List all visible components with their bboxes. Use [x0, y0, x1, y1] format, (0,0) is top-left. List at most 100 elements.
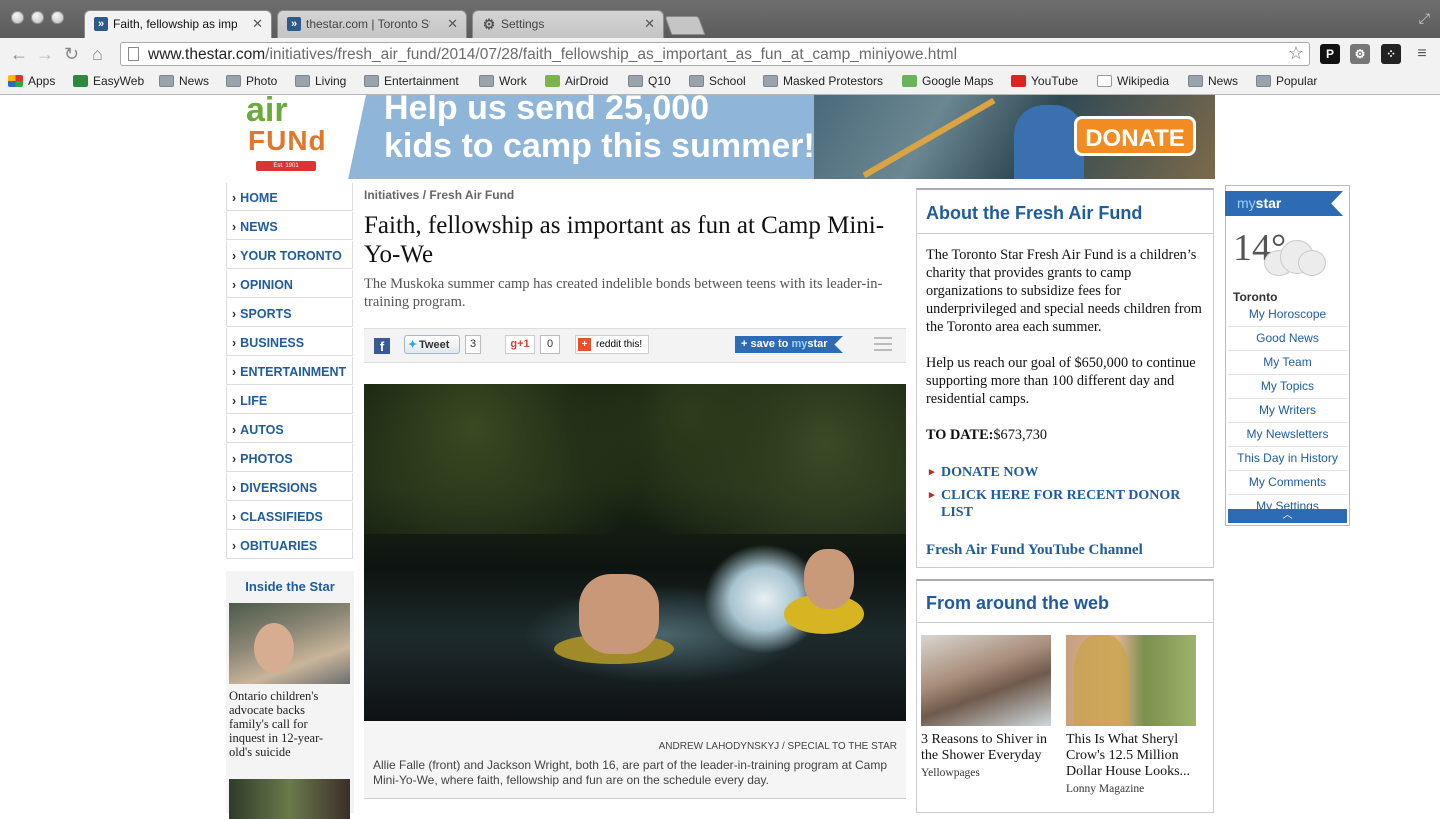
boy-shape: [804, 549, 854, 609]
inside-the-star-title: Inside the Star: [245, 579, 335, 594]
mystar-link-horoscope[interactable]: My Horoscope: [1228, 303, 1347, 327]
bookmark-q10[interactable]: Q10: [628, 74, 671, 88]
close-window-button[interactable]: [11, 11, 24, 24]
minimize-window-button[interactable]: [31, 11, 44, 24]
extension-icon[interactable]: ⚙: [1350, 44, 1370, 64]
mystar-link-topics[interactable]: My Topics: [1228, 375, 1347, 399]
nav-item-news[interactable]: › NEWS: [226, 212, 353, 240]
bookmark-news-2[interactable]: News: [1188, 74, 1238, 88]
fresh-air-fund-banner[interactable]: air FUNd Est. 1901 Help us send 25,000 k…: [226, 95, 1215, 179]
folder-icon: [226, 75, 241, 87]
breadcrumb[interactable]: Initiatives / Fresh Air Fund: [364, 188, 514, 202]
nav-item-diversions[interactable]: › DIVERSIONS: [226, 473, 353, 501]
sponsored-thumbnail[interactable]: [1066, 635, 1196, 726]
story-thumbnail[interactable]: [229, 603, 350, 684]
sponsored-link[interactable]: 3 Reasons to Shiver in the Shower Everyd…: [921, 732, 1057, 781]
tab-title: Settings: [501, 17, 545, 31]
url-text[interactable]: www.thestar.com/initiatives/fresh_air_fu…: [148, 46, 957, 64]
bookmark-google-maps[interactable]: Google Maps: [902, 74, 993, 88]
gplus-count: 0: [540, 335, 560, 354]
bookmark-star-icon[interactable]: ☆: [1288, 43, 1304, 64]
bookmark-popular[interactable]: Popular: [1256, 74, 1317, 88]
bookmark-youtube[interactable]: YouTube: [1011, 74, 1078, 88]
nav-item-photos[interactable]: › PHOTOS: [226, 444, 353, 472]
home-icon[interactable]: ⌂: [92, 44, 103, 64]
nav-item-sports[interactable]: › SPORTS: [226, 299, 353, 327]
facebook-share-icon[interactable]: f: [374, 338, 390, 354]
tweet-button[interactable]: ✦ Tweet: [404, 335, 460, 354]
section-nav: › HOME › NEWS › YOUR TORONTO › OPINION › SPOR…: [226, 183, 353, 560]
story-thumbnail-2[interactable]: [229, 779, 350, 819]
donate-now-link[interactable]: ▸ DONATE NOW: [929, 464, 1201, 481]
story-link[interactable]: Ontario children's advocate backs family…: [229, 689, 344, 759]
bookmark-entertainment[interactable]: Entertainment: [364, 74, 459, 88]
gear-icon: ⚙: [482, 16, 496, 32]
forward-arrow-icon[interactable]: →: [36, 44, 54, 64]
bookmark-easyweb[interactable]: EasyWeb: [73, 74, 144, 88]
donate-button[interactable]: DONATE: [1074, 116, 1196, 156]
logo-est-text: Est. 1901: [256, 161, 316, 171]
nav-item-classifieds[interactable]: › CLASSIFIEDS: [226, 502, 353, 530]
apps-grid-icon: [8, 75, 23, 87]
nav-item-opinion[interactable]: › OPINION: [226, 270, 353, 298]
mystar-link-comments[interactable]: My Comments: [1228, 471, 1347, 495]
tab-article[interactable]: » Faith, fellowship as importa ✕: [84, 10, 272, 38]
share-menu-icon[interactable]: [874, 337, 892, 353]
bookmark-news[interactable]: News: [159, 74, 209, 88]
save-to-mystar-button[interactable]: + save to mystar: [735, 336, 843, 353]
bookmark-wikipedia[interactable]: Wikipedia: [1097, 74, 1169, 88]
sponsored-thumbnail[interactable]: [921, 635, 1051, 726]
reddit-button[interactable]: + reddit this!: [575, 335, 649, 354]
collapse-button[interactable]: ︿: [1228, 509, 1347, 523]
mystar-link-newsletters[interactable]: My Newsletters: [1228, 423, 1347, 447]
twitter-bird-icon: ✦: [408, 339, 418, 351]
tab-thestar[interactable]: » thestar.com | Toronto Star ✕: [277, 10, 467, 38]
chevron-right-icon: ›: [232, 307, 237, 321]
article-dek: The Muskoka summer camp has created inde…: [364, 276, 883, 310]
mystar-link-this-day[interactable]: This Day in History: [1228, 447, 1347, 471]
youtube-channel-link[interactable]: Fresh Air Fund YouTube Channel: [926, 542, 1143, 559]
nav-item-life[interactable]: › LIFE: [226, 386, 353, 414]
menu-icon[interactable]: ≡: [1412, 44, 1432, 64]
zoom-window-button[interactable]: [51, 11, 64, 24]
fullscreen-icon[interactable]: ⤢: [1419, 10, 1430, 27]
mystar-link-good-news[interactable]: Good News: [1228, 327, 1347, 351]
address-bar[interactable]: www.thestar.com/initiatives/fresh_air_fu…: [120, 42, 1310, 66]
bookmark-photo[interactable]: Photo: [226, 74, 277, 88]
nav-item-your-toronto[interactable]: › YOUR TORONTO: [226, 241, 353, 269]
sponsored-link[interactable]: This Is What Sheryl Crow's 12.5 Million …: [1066, 732, 1206, 797]
photo-caption: Allie Falle (front) and Jackson Wright, …: [373, 758, 888, 787]
airdroid-icon: [545, 75, 560, 87]
new-tab-button[interactable]: [664, 16, 706, 35]
bookmark-work[interactable]: Work: [479, 74, 527, 88]
nav-item-entertainment[interactable]: › ENTERTAINMENT: [226, 357, 353, 385]
back-arrow-icon[interactable]: ←: [10, 44, 28, 64]
article-photo[interactable]: [364, 384, 906, 721]
close-tab-icon[interactable]: ✕: [252, 16, 263, 32]
bookmark-airdroid[interactable]: AirDroid: [545, 74, 608, 88]
folder-icon: [763, 75, 778, 87]
reload-icon[interactable]: ↻: [64, 44, 79, 64]
bookmark-apps[interactable]: Apps: [8, 74, 55, 88]
bookmark-living[interactable]: Living: [295, 74, 346, 88]
close-tab-icon[interactable]: ✕: [447, 16, 458, 32]
logo-fund-text: FUNd: [248, 125, 327, 156]
folder-icon: [689, 75, 704, 87]
bookmark-masked-protestors[interactable]: Masked Protestors: [763, 74, 883, 88]
donor-list-link[interactable]: ▸ CLICK HERE FOR RECENT DONOR LIST: [929, 487, 1201, 521]
pocket-extension-icon[interactable]: P: [1320, 44, 1340, 64]
folder-icon: [159, 75, 174, 87]
mystar-link-team[interactable]: My Team: [1228, 351, 1347, 375]
nav-item-business[interactable]: › BUSINESS: [226, 328, 353, 356]
blackberry-extension-icon[interactable]: ⁘: [1381, 44, 1401, 64]
mystar-link-writers[interactable]: My Writers: [1228, 399, 1347, 423]
google-plus-button[interactable]: g+1: [505, 335, 535, 354]
tab-settings[interactable]: ⚙ Settings ✕: [472, 10, 664, 38]
nav-item-home[interactable]: › HOME: [226, 183, 353, 211]
nav-item-obituaries[interactable]: › OBITUARIES: [226, 531, 353, 559]
web-title: From around the web: [917, 581, 1213, 623]
nav-item-autos[interactable]: › AUTOS: [226, 415, 353, 443]
bookmark-school[interactable]: School: [689, 74, 746, 88]
close-tab-icon[interactable]: ✕: [644, 16, 655, 32]
chevron-right-icon: ›: [232, 249, 237, 263]
